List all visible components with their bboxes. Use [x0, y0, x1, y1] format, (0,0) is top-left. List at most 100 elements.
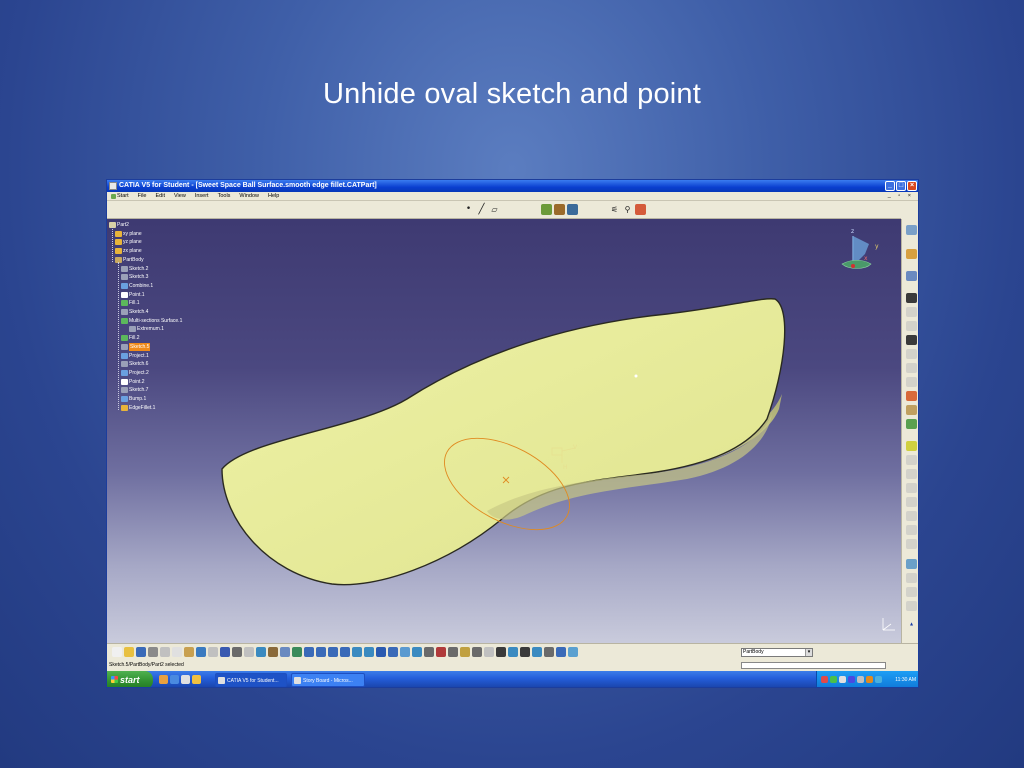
- surface-icon[interactable]: [568, 647, 578, 657]
- tree-node-edgefillet-1[interactable]: EdgeFillet.1: [121, 404, 155, 412]
- tree-node-sketch-3[interactable]: Sketch.3: [121, 273, 148, 281]
- measure-icon[interactable]: ⚟: [609, 204, 620, 215]
- taskbar-storyboard-button[interactable]: Story Board - Micros...: [291, 673, 365, 687]
- constraint-icon[interactable]: [436, 647, 446, 657]
- swap-icon[interactable]: [412, 647, 422, 657]
- tree-node-fill-2[interactable]: Fill.2: [121, 334, 140, 342]
- extrude-icon[interactable]: [532, 647, 542, 657]
- cut-icon[interactable]: [160, 647, 170, 657]
- tree-node-extremum-1[interactable]: Extremum.1: [129, 325, 164, 333]
- quicklaunch-ie-icon[interactable]: [170, 675, 179, 684]
- formula-icon[interactable]: [232, 647, 242, 657]
- circle-icon[interactable]: [906, 335, 917, 345]
- line-tool-icon[interactable]: ╱: [476, 204, 487, 215]
- menu-window[interactable]: Window: [239, 192, 259, 200]
- tree-node-point-2[interactable]: Point.2: [121, 378, 145, 386]
- tray-network-icon[interactable]: [830, 676, 837, 683]
- menu-file[interactable]: File: [138, 192, 147, 200]
- sphere-surface-icon[interactable]: [567, 204, 578, 215]
- tree-node-sketch-5[interactable]: Sketch.5: [121, 342, 151, 351]
- tree-node-combine-1[interactable]: Combine.1: [121, 282, 153, 290]
- tree-node-project-2[interactable]: Project.2: [121, 369, 149, 377]
- new-icon[interactable]: [112, 647, 122, 657]
- iso-view-icon[interactable]: [364, 647, 374, 657]
- axis-icon[interactable]: [508, 647, 518, 657]
- project-icon[interactable]: [906, 377, 917, 387]
- rotate-view-icon[interactable]: [316, 647, 326, 657]
- tree-node-yz-plane[interactable]: yz plane: [115, 238, 142, 246]
- menu-help[interactable]: Help: [268, 192, 279, 200]
- tree-node-xy-plane[interactable]: xy plane: [115, 230, 142, 238]
- window-titlebar[interactable]: CATIA V5 for Student - [Sweet Space Ball…: [107, 180, 918, 192]
- undo-icon[interactable]: [196, 647, 206, 657]
- measure-icon[interactable]: [268, 647, 278, 657]
- tree-node-sketch-6[interactable]: Sketch.6: [121, 360, 148, 368]
- scale-icon[interactable]: [906, 587, 917, 597]
- tray-volume-icon[interactable]: [839, 676, 846, 683]
- save-icon[interactable]: [136, 647, 146, 657]
- scissors-icon[interactable]: [544, 647, 554, 657]
- comment-icon[interactable]: [244, 647, 254, 657]
- document-window-controls[interactable]: _ ▫ ×: [888, 192, 918, 200]
- sweep-icon[interactable]: [906, 455, 917, 465]
- fit-all-icon[interactable]: [292, 647, 302, 657]
- 3d-viewport[interactable]: V H Part2 xy plane yz plane zx plane PartBod…: [107, 219, 901, 643]
- start-button[interactable]: start: [107, 671, 153, 687]
- symmetry-icon[interactable]: [906, 573, 917, 583]
- intersect-icon[interactable]: [906, 391, 917, 401]
- sketcher-icon[interactable]: [906, 271, 917, 281]
- point-icon[interactable]: [906, 307, 917, 317]
- zoom-in-icon[interactable]: [328, 647, 338, 657]
- open-icon[interactable]: [124, 647, 134, 657]
- sketch-tool-icon[interactable]: [496, 647, 506, 657]
- zoom-out-icon[interactable]: [340, 647, 350, 657]
- taskbar-catia-button[interactable]: CATIA V5 for Student...: [215, 673, 287, 687]
- search-icon[interactable]: ⚲: [622, 204, 633, 215]
- maximize-button[interactable]: □: [896, 181, 906, 191]
- join-icon[interactable]: [906, 497, 917, 507]
- print-icon[interactable]: [148, 647, 158, 657]
- tree-node-sketch-7[interactable]: Sketch.7: [121, 386, 148, 394]
- menu-edit[interactable]: Edit: [156, 192, 165, 200]
- tree-node-project-1[interactable]: Project.1: [121, 352, 149, 360]
- extrude-surface-icon[interactable]: [541, 204, 552, 215]
- redo-icon[interactable]: [208, 647, 218, 657]
- tree-node-fill-1[interactable]: Fill.1: [121, 299, 140, 307]
- trim-icon[interactable]: [906, 525, 917, 535]
- lock-icon[interactable]: [460, 647, 470, 657]
- tree-node-sketch-4[interactable]: Sketch.4: [121, 308, 148, 316]
- tree-node-zx-plane[interactable]: zx plane: [115, 247, 142, 255]
- minimize-button[interactable]: _: [885, 181, 895, 191]
- shading-icon[interactable]: [388, 647, 398, 657]
- views-icon[interactable]: [376, 647, 386, 657]
- revolve-surface-icon[interactable]: [554, 204, 565, 215]
- sketch-icon[interactable]: [484, 647, 494, 657]
- chevron-down-icon[interactable]: ▾: [805, 649, 812, 656]
- dimension-icon[interactable]: [448, 647, 458, 657]
- plane-icon[interactable]: [906, 293, 917, 303]
- fill-icon[interactable]: [906, 469, 917, 479]
- extrude-icon[interactable]: [906, 419, 917, 429]
- command-input[interactable]: [741, 662, 886, 669]
- blend-icon[interactable]: [906, 483, 917, 493]
- offset-icon[interactable]: [906, 405, 917, 415]
- paste-icon[interactable]: [184, 647, 194, 657]
- body-selector[interactable]: PartBody ▾: [741, 648, 813, 657]
- copy-icon[interactable]: [172, 647, 182, 657]
- tree-node-partbody[interactable]: PartBody: [115, 256, 144, 264]
- catalog-icon[interactable]: [256, 647, 266, 657]
- quicklaunch-folder-icon[interactable]: [192, 675, 201, 684]
- tray-bluetooth-icon[interactable]: [875, 676, 882, 683]
- menu-insert[interactable]: Insert: [195, 192, 209, 200]
- tray-update-icon[interactable]: [866, 676, 873, 683]
- plane-tool-icon[interactable]: ▱: [489, 204, 500, 215]
- menu-view[interactable]: View: [174, 192, 186, 200]
- spline-icon[interactable]: [906, 349, 917, 359]
- tray-display-icon[interactable]: [857, 676, 864, 683]
- tray-antivirus-icon[interactable]: [821, 676, 828, 683]
- line-icon[interactable]: [906, 321, 917, 331]
- menu-tools[interactable]: Tools: [218, 192, 231, 200]
- helix-icon[interactable]: [906, 363, 917, 373]
- hide-show-icon[interactable]: [400, 647, 410, 657]
- wireframe-icon[interactable]: [472, 647, 482, 657]
